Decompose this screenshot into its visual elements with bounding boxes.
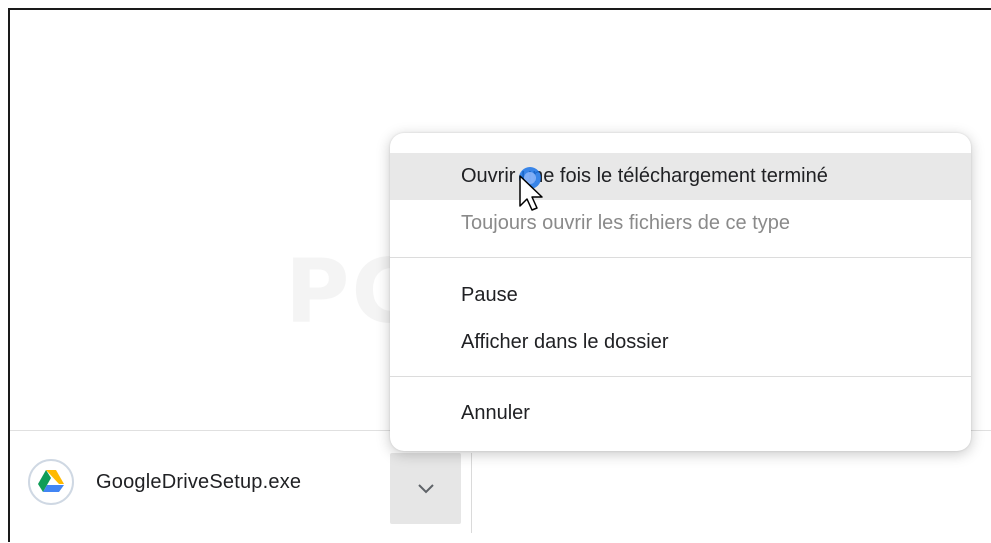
menu-item-always-open[interactable]: Toujours ouvrir les fichiers de ce type: [390, 200, 971, 247]
chevron-down-icon: [417, 483, 434, 493]
shelf-separator: [471, 453, 472, 533]
menu-item-pause[interactable]: Pause: [390, 272, 971, 319]
menu-separator: [390, 257, 971, 258]
download-file-name: GoogleDriveSetup.exe: [96, 470, 302, 493]
download-context-menu: Ouvrir une fois le téléchargement termin…: [390, 133, 971, 451]
menu-item-open-when-done[interactable]: Ouvrir une fois le téléchargement termin…: [390, 153, 971, 200]
download-menu-button[interactable]: [390, 453, 461, 524]
menu-item-show-in-folder[interactable]: Afficher dans le dossier: [390, 319, 971, 366]
menu-separator: [390, 376, 971, 377]
menu-item-cancel[interactable]: Annuler: [390, 390, 971, 437]
download-item[interactable]: GoogleDriveSetup.exe: [28, 459, 301, 505]
google-drive-icon: [28, 459, 74, 505]
